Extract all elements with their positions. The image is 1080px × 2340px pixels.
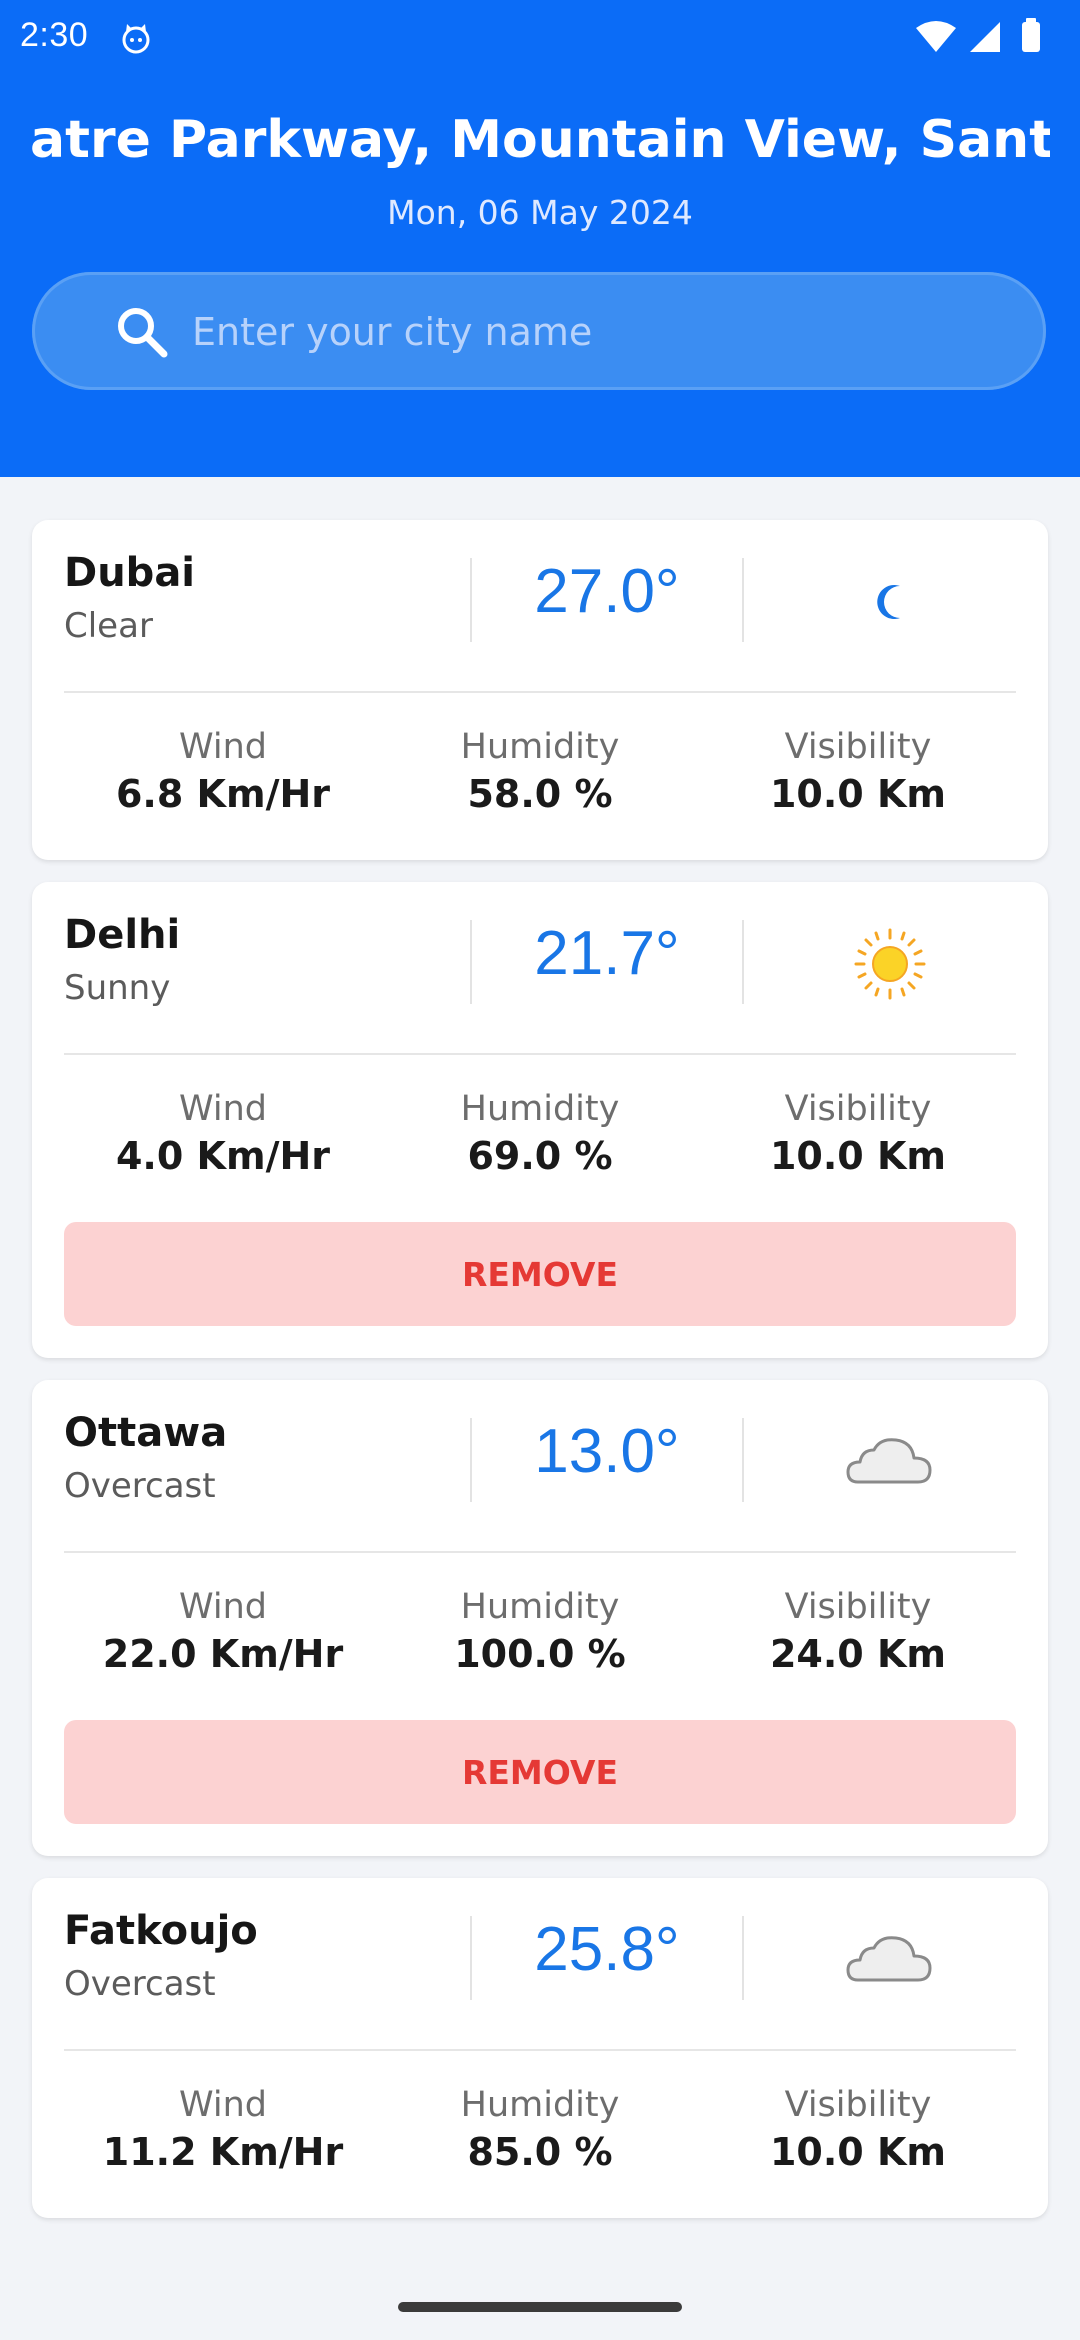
weather-condition: Overcast (64, 1466, 216, 1506)
wind-stat: Wind 4.0 Km/Hr (63, 1088, 383, 1183)
visibility-value: 10.0 Km (769, 2130, 947, 2174)
temperature: 13.0° (534, 1417, 680, 1486)
city-card-dubai[interactable]: Dubai Clear 27.0° Wind 6.8 Km/Hr Humidit… (32, 520, 1048, 860)
humidity-value: 100.0 % (454, 1632, 626, 1676)
visibility-value: 10.0 Km (769, 1134, 947, 1178)
remove-container: REMOVE (32, 1720, 1048, 1856)
city-card-delhi[interactable]: Delhi Sunny 21.7° Wind 4.0 Km/Hr Humidit… (32, 882, 1048, 1358)
search-bar[interactable] (32, 272, 1046, 390)
wind-label: Wind (179, 727, 267, 767)
weather-stats: Wind 4.0 Km/Hr Humidity 69.0 % Visibilit… (32, 1054, 1048, 1222)
wifi-icon (916, 21, 956, 52)
search-icon[interactable] (112, 302, 170, 360)
divider (742, 1418, 744, 1502)
remove-button[interactable]: REMOVE (64, 1720, 1016, 1824)
humidity-stat: Humidity 58.0 % (380, 726, 700, 821)
wind-label: Wind (179, 2085, 267, 2125)
city-name: Ottawa (64, 1410, 228, 1456)
card-summary: Ottawa Overcast 13.0° (32, 1380, 1048, 1553)
humidity-label: Humidity (460, 1089, 620, 1129)
wind-value: 6.8 Km/Hr (115, 772, 330, 816)
city-search-input[interactable] (190, 302, 1014, 362)
visibility-stat: Visibility 10.0 Km (698, 1088, 1018, 1183)
header: 2:30 atre Parkway, Mountain View, Santa … (0, 0, 1080, 477)
divider (742, 1916, 744, 2000)
city-name: Dubai (64, 550, 196, 596)
remove-container: REMOVE (32, 1222, 1048, 1358)
card-summary: Dubai Clear 27.0° (32, 520, 1048, 693)
visibility-label: Visibility (784, 2085, 932, 2125)
card-summary: Fatkoujo Overcast 25.8° (32, 1878, 1048, 2051)
visibility-stat: Visibility 10.0 Km (698, 726, 1018, 821)
city-card-fatkoujo[interactable]: Fatkoujo Overcast 25.8° Wind 11.2 Km/Hr … (32, 1878, 1048, 2218)
signal-icon (970, 22, 1000, 52)
temperature: 25.8° (534, 1915, 680, 1984)
weather-condition: Clear (64, 606, 153, 646)
humidity-value: 85.0 % (467, 2130, 613, 2174)
humidity-stat: Humidity 69.0 % (380, 1088, 700, 1183)
visibility-label: Visibility (784, 727, 932, 767)
home-indicator[interactable] (398, 2302, 682, 2312)
status-time: 2:30 (20, 16, 89, 54)
weather-condition: Overcast (64, 1964, 216, 2004)
weather-stats: Wind 22.0 Km/Hr Humidity 100.0 % Visibil… (32, 1552, 1048, 1720)
humidity-label: Humidity (460, 727, 620, 767)
humidity-label: Humidity (460, 1587, 620, 1627)
wind-stat: Wind 22.0 Km/Hr (63, 1586, 383, 1681)
wind-value: 11.2 Km/Hr (102, 2130, 344, 2174)
visibility-value: 10.0 Km (769, 772, 947, 816)
wind-label: Wind (179, 1587, 267, 1627)
status-icons (916, 18, 1040, 52)
humidity-value: 69.0 % (467, 1134, 613, 1178)
notification-cat-icon (122, 24, 150, 54)
card-summary: Delhi Sunny 21.7° (32, 882, 1048, 1055)
visibility-stat: Visibility 24.0 Km (698, 1586, 1018, 1681)
city-name: Fatkoujo (64, 1908, 258, 1954)
city-name: Delhi (64, 912, 181, 958)
status-bar: 2:30 (0, 0, 1080, 74)
visibility-stat: Visibility 10.0 Km (698, 2084, 1018, 2179)
battery-icon (1022, 22, 1040, 52)
visibility-label: Visibility (784, 1587, 932, 1627)
current-date: Mon, 06 May 2024 (387, 193, 693, 232)
humidity-value: 58.0 % (467, 772, 613, 816)
city-card-ottawa[interactable]: Ottawa Overcast 13.0° Wind 22.0 Km/Hr Hu… (32, 1380, 1048, 1856)
wind-stat: Wind 6.8 Km/Hr (63, 726, 383, 821)
wind-stat: Wind 11.2 Km/Hr (63, 2084, 383, 2179)
sun-icon (854, 928, 926, 1000)
divider (742, 558, 744, 642)
visibility-label: Visibility (784, 1089, 932, 1129)
humidity-label: Humidity (460, 2085, 620, 2125)
cloud-icon (846, 1438, 932, 1484)
wind-value: 22.0 Km/Hr (102, 1632, 344, 1676)
location-title: atre Parkway, Mountain View, Santa Clara (30, 110, 1050, 170)
weather-stats: Wind 11.2 Km/Hr Humidity 85.0 % Visibili… (32, 2050, 1048, 2218)
moon-icon (877, 585, 900, 619)
cloud-icon (846, 1936, 932, 1982)
humidity-stat: Humidity 85.0 % (380, 2084, 700, 2179)
temperature: 21.7° (534, 919, 680, 988)
wind-label: Wind (179, 1089, 267, 1129)
city-list: Dubai Clear 27.0° Wind 6.8 Km/Hr Humidit… (32, 520, 1048, 2240)
humidity-stat: Humidity 100.0 % (380, 1586, 700, 1681)
weather-stats: Wind 6.8 Km/Hr Humidity 58.0 % Visibilit… (32, 692, 1048, 860)
visibility-value: 24.0 Km (769, 1632, 947, 1676)
weather-condition: Sunny (64, 968, 171, 1008)
temperature: 27.0° (534, 557, 680, 626)
remove-button[interactable]: REMOVE (64, 1222, 1016, 1326)
wind-value: 4.0 Km/Hr (115, 1134, 330, 1178)
divider (742, 920, 744, 1004)
